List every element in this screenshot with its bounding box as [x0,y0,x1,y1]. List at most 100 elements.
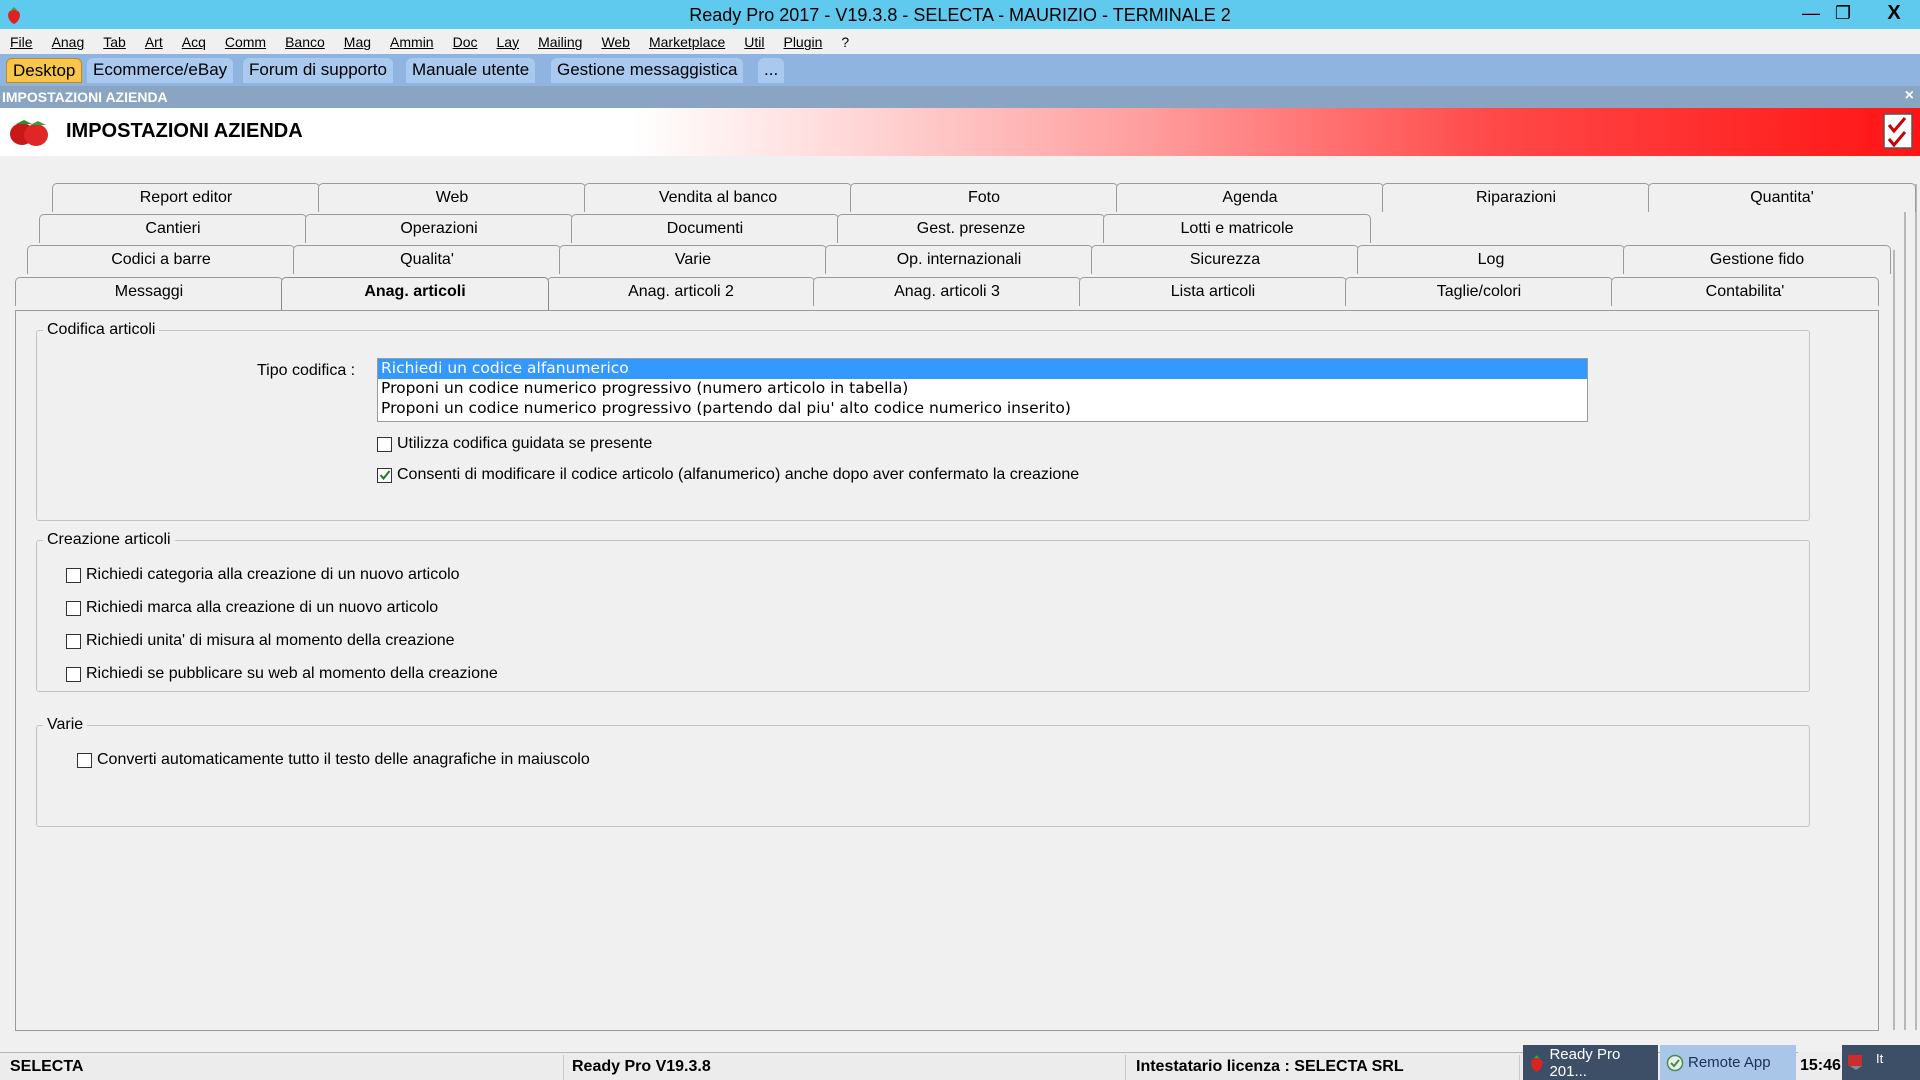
menu-ammin[interactable]: Ammin [390,34,434,50]
tab-foto[interactable]: Foto [850,183,1118,212]
menu-banco[interactable]: Banco [285,34,325,50]
checkbox-box[interactable] [377,436,392,452]
subwindow-close-icon[interactable]: × [1905,87,1914,105]
tab-messaggi[interactable]: Messaggi [15,277,283,306]
richiedi-pubblicare-web-checkbox[interactable]: Richiedi se pubblicare su web al momento… [66,665,498,683]
tab-anag-articoli[interactable]: Anag. articoli [281,277,549,310]
tab-qualita[interactable]: Qualita' [293,245,561,274]
tab-operazioni[interactable]: Operazioni [305,214,573,243]
tab-documenti[interactable]: Documenti [571,214,839,243]
tipo-codifica-option-1[interactable]: Proponi un codice numerico progressivo (… [378,379,1587,399]
minimize-button[interactable]: — [1793,0,1829,27]
tab-sicurezza[interactable]: Sicurezza [1091,245,1359,274]
richiedi-unita-misura-checkbox[interactable]: Richiedi unita' di misura al momento del… [66,632,455,650]
menu-mag[interactable]: Mag [344,34,371,50]
checkbox-box[interactable] [377,467,392,483]
title-bar: Ready Pro 2017 - V19.3.8 - SELECTA - MAU… [0,0,1920,29]
tab-vendita-banco[interactable]: Vendita al banco [584,183,852,212]
richiedi-unita-misura-label: Richiedi unita' di misura al momento del… [86,632,455,649]
status-license: Intestatario licenza : SELECTA SRL [1130,1055,1520,1080]
varie-group: Varie [36,716,1810,827]
menu-acq[interactable]: Acq [182,34,206,50]
tab-cantieri[interactable]: Cantieri [39,214,307,243]
tab-contabilita[interactable]: Contabilita' [1611,277,1879,306]
menu-help[interactable]: ? [841,34,849,50]
tab-gestione-fido[interactable]: Gestione fido [1623,245,1891,274]
status-version: Ready Pro V19.3.8 [566,1055,1126,1080]
taskbar-remoteapp-button[interactable]: Remote App [1660,1045,1796,1080]
shortcut-tab-ecommerce[interactable]: Ecommerce/eBay [87,58,234,83]
menu-marketplace[interactable]: Marketplace [649,34,725,50]
tab-agenda[interactable]: Agenda [1116,183,1384,212]
tipo-codifica-option-0[interactable]: Richiedi un codice alfanumerico [378,359,1587,379]
tab-gest-presenze[interactable]: Gest. presenze [837,214,1105,243]
checkbox-box[interactable] [66,600,81,616]
creazione-articoli-legend: Creazione articoli [47,531,171,548]
consenti-modifica-label: Consenti di modificare il codice articol… [397,466,1080,483]
shortcut-tab-desktop[interactable]: Desktop [6,58,83,83]
maximize-button[interactable]: ❐ [1825,0,1861,27]
tab-anag-articoli-2[interactable]: Anag. articoli 2 [547,277,815,306]
tab-web[interactable]: Web [318,183,586,212]
shortcut-tab-manuale[interactable]: Manuale utente [406,58,536,83]
shortcut-tab-messaggistica[interactable]: Gestione messaggistica [551,58,744,83]
menu-anag[interactable]: Anag [52,34,85,50]
close-button[interactable]: X [1870,0,1918,27]
tab-quantita[interactable]: Quantita' [1648,183,1916,212]
converti-maiuscolo-checkbox[interactable]: Converti automaticamente tutto il testo … [77,751,590,769]
tab-stack-edge [1893,250,1895,1030]
subwindow-label: IMPOSTAZIONI AZIENDA [2,89,168,105]
tab-codici-barre[interactable]: Codici a barre [27,245,295,274]
menu-mailing[interactable]: Mailing [538,34,582,50]
checkbox-box[interactable] [66,633,81,649]
checkbox-box[interactable] [66,666,81,682]
checkbox-box[interactable] [77,752,92,768]
tab-report-editor[interactable]: Report editor [52,183,320,212]
checkbox-box[interactable] [66,567,81,583]
checklist-icon[interactable] [1883,113,1913,149]
tab-riparazioni[interactable]: Riparazioni [1382,183,1650,212]
tab-log[interactable]: Log [1357,245,1625,274]
tray-app-icon[interactable] [1846,1051,1866,1071]
status-company: SELECTA [4,1055,564,1080]
tipo-codifica-option-2[interactable]: Proponi un codice numerico progressivo (… [378,399,1587,419]
subwindow-bar: IMPOSTAZIONI AZIENDA × [0,86,1920,108]
remote-app-icon [1666,1054,1684,1071]
taskbar-readypro-button[interactable]: Ready Pro 201... [1523,1045,1658,1080]
menu-doc[interactable]: Doc [453,34,478,50]
shortcut-tab-bar: Desktop Ecommerce/eBay Forum di supporto… [0,54,1920,86]
richiedi-marca-label: Richiedi marca alla creazione di un nuov… [86,599,439,616]
tab-anag-articoli-3[interactable]: Anag. articoli 3 [813,277,1081,306]
tab-taglie-colori[interactable]: Taglie/colori [1345,277,1613,306]
menu-web[interactable]: Web [601,34,630,50]
menu-lay[interactable]: Lay [497,34,520,50]
window-title: Ready Pro 2017 - V19.3.8 - SELECTA - MAU… [689,5,1231,25]
tipo-codifica-label: Tipo codifica : [257,362,356,379]
tray-language-label[interactable]: It [1876,1051,1883,1066]
menu-tab[interactable]: Tab [103,34,126,50]
menu-util[interactable]: Util [744,34,764,50]
tipo-codifica-listbox[interactable]: Richiedi un codice alfanumerico Proponi … [377,358,1588,422]
taskbar-readypro-label: Ready Pro 201... [1549,1045,1621,1080]
menu-plugin[interactable]: Plugin [783,34,822,50]
tab-lista-articoli[interactable]: Lista articoli [1079,277,1347,306]
menu-comm[interactable]: Comm [225,34,266,50]
tab-varie[interactable]: Varie [559,245,827,274]
shortcut-tab-more[interactable]: ... [758,58,785,83]
tab-lotti-matricole[interactable]: Lotti e matricole [1103,214,1371,243]
converti-maiuscolo-label: Converti automaticamente tutto il testo … [97,751,590,768]
richiedi-marca-checkbox[interactable]: Richiedi marca alla creazione di un nuov… [66,599,438,617]
menu-art[interactable]: Art [145,34,163,50]
page-header: IMPOSTAZIONI AZIENDA [0,108,1920,156]
tab-stack-edge [1915,184,1917,1030]
codifica-articoli-legend: Codifica articoli [47,321,156,338]
menu-file[interactable]: File [10,34,33,50]
consenti-modifica-checkbox[interactable]: Consenti di modificare il codice articol… [377,466,1079,484]
tab-op-internazionali[interactable]: Op. internazionali [825,245,1093,274]
strawberry-logo-icon [10,120,48,146]
richiedi-categoria-checkbox[interactable]: Richiedi categoria alla creazione di un … [66,566,460,584]
shortcut-tab-forum[interactable]: Forum di supporto [243,58,393,83]
richiedi-categoria-label: Richiedi categoria alla creazione di un … [86,566,460,583]
codifica-guidata-checkbox[interactable]: Utilizza codifica guidata se presente [377,435,652,453]
tab-panel-anag-articoli: Codifica articoli Tipo codifica : Richie… [15,310,1879,1031]
